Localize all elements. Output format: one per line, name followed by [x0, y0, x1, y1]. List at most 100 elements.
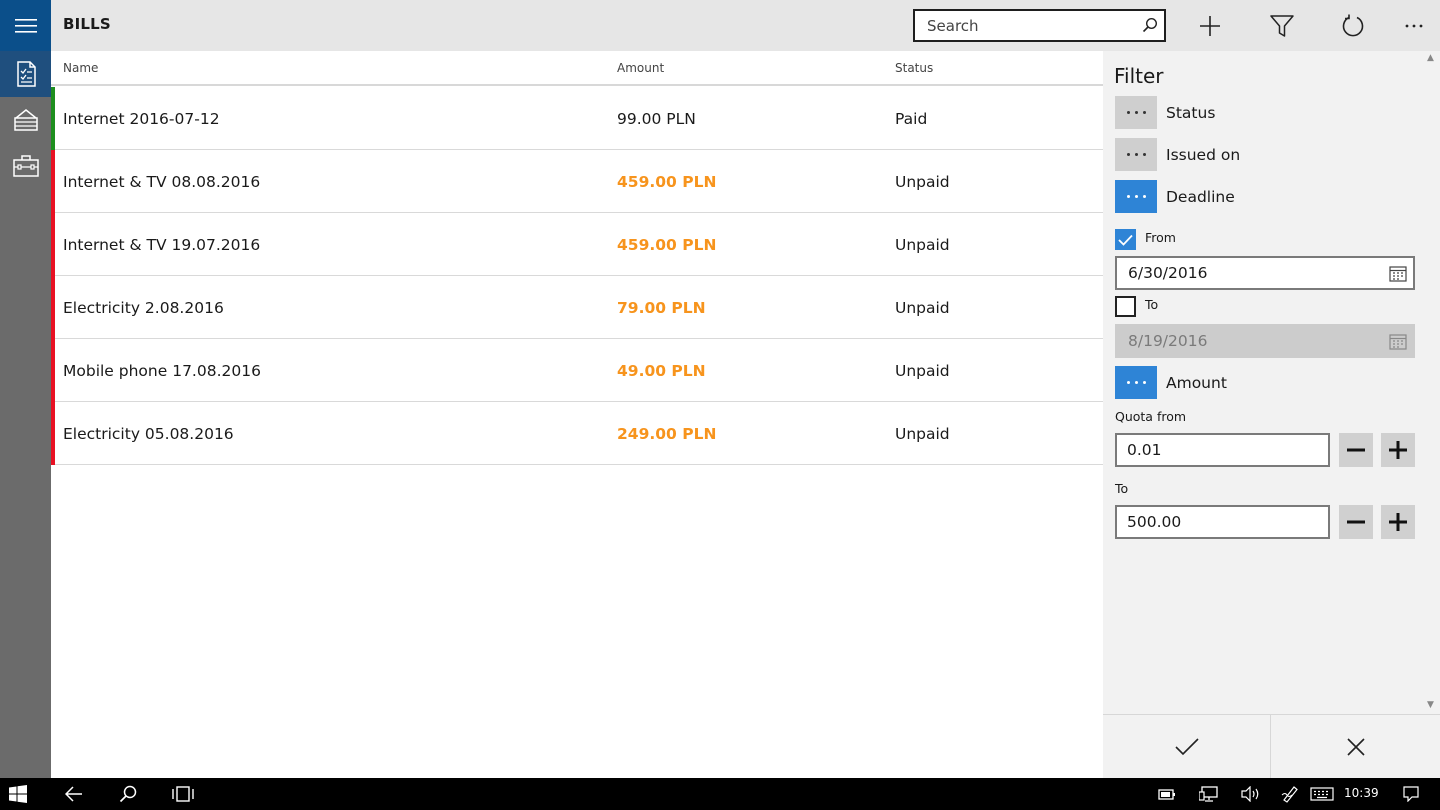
bill-name: Internet & TV 19.07.2016: [63, 236, 261, 254]
start-button[interactable]: [0, 778, 36, 810]
quota-to-increment-button[interactable]: [1381, 505, 1415, 539]
action-center-button[interactable]: [1396, 778, 1426, 810]
refresh-icon: [1342, 14, 1364, 36]
scroll-down-arrow-icon[interactable]: ▼: [1427, 700, 1434, 710]
bills-table: Name Amount Status Internet 2016-07-12 9…: [51, 51, 1103, 778]
more-dots-icon: [1126, 381, 1146, 384]
minus-icon: [1347, 520, 1365, 524]
calendar-icon: [1389, 333, 1407, 354]
app-header: BILLS: [51, 0, 1440, 51]
tablet-mode-indicator[interactable]: [1154, 778, 1180, 810]
calendar-icon: [1389, 265, 1407, 286]
bills-icon: [16, 61, 36, 87]
close-icon: [1347, 738, 1365, 756]
network-icon: [1199, 786, 1218, 802]
quota-from-label: Quota from: [1115, 409, 1187, 424]
cancel-filter-button[interactable]: [1272, 715, 1440, 779]
from-date-value: 6/30/2016: [1128, 264, 1208, 282]
bill-amount: 249.00 PLN: [617, 425, 717, 443]
scroll-up-arrow-icon[interactable]: ▲: [1427, 53, 1434, 63]
nav-item-inbox[interactable]: [0, 97, 51, 143]
from-checkbox[interactable]: [1115, 229, 1136, 250]
status-color-bar: [51, 87, 55, 150]
table-row[interactable]: Electricity 2.08.2016 79.00 PLN Unpaid: [51, 276, 1103, 339]
back-button[interactable]: [56, 778, 92, 810]
status-filter-label: Status: [1166, 104, 1216, 122]
quota-to-field[interactable]: [1115, 505, 1330, 539]
search-input[interactable]: [915, 11, 1130, 40]
volume-indicator[interactable]: [1238, 778, 1264, 810]
quota-to-decrement-button[interactable]: [1339, 505, 1373, 539]
more-dots-icon: [1126, 153, 1146, 156]
table-header: Name Amount Status: [51, 51, 1103, 86]
add-button[interactable]: [1190, 9, 1230, 42]
footer-divider: [1270, 715, 1271, 779]
taskbar-search-button[interactable]: [110, 778, 146, 810]
issued-on-filter-toggle[interactable]: [1115, 138, 1157, 171]
amount-filter-toggle[interactable]: [1115, 366, 1157, 399]
pen-workspace-button[interactable]: [1278, 778, 1304, 810]
bill-amount: 49.00 PLN: [617, 362, 706, 380]
refresh-button[interactable]: [1333, 9, 1373, 42]
quota-to-input[interactable]: [1117, 507, 1328, 537]
search-icon[interactable]: [1142, 17, 1158, 37]
column-header-name[interactable]: Name: [63, 61, 98, 75]
column-header-amount[interactable]: Amount: [617, 61, 664, 75]
quota-from-increment-button[interactable]: [1381, 433, 1415, 467]
bill-name: Internet 2016-07-12: [63, 110, 220, 128]
clock[interactable]: 10:39: [1344, 786, 1379, 800]
to-date-picker[interactable]: 8/19/2016: [1115, 324, 1415, 358]
bill-status: Unpaid: [895, 173, 950, 191]
deadline-filter-toggle[interactable]: [1115, 180, 1157, 213]
status-color-bar: [51, 402, 55, 465]
filter-panel: ▲ Filter Status Issued on Deadline From …: [1103, 51, 1440, 779]
nav-item-work[interactable]: [0, 143, 51, 189]
back-arrow-icon: [65, 786, 82, 802]
status-filter-toggle[interactable]: [1115, 96, 1157, 129]
filter-button[interactable]: [1262, 9, 1302, 42]
pen-icon: [1281, 786, 1298, 803]
bill-name: Electricity 05.08.2016: [63, 425, 234, 443]
hamburger-menu-button[interactable]: [0, 0, 51, 51]
column-header-status[interactable]: Status: [895, 61, 933, 75]
bill-name: Electricity 2.08.2016: [63, 299, 224, 317]
bill-name: Internet & TV 08.08.2016: [63, 173, 261, 191]
checkmark-icon: [1175, 738, 1199, 756]
apply-filter-button[interactable]: [1103, 715, 1271, 779]
quota-from-input[interactable]: [1117, 435, 1328, 465]
to-checkbox[interactable]: [1115, 296, 1136, 317]
nav-item-bills[interactable]: [0, 51, 51, 97]
quota-to-label: To: [1115, 481, 1129, 496]
quota-from-field[interactable]: [1115, 433, 1330, 467]
search-icon: [119, 785, 137, 803]
network-indicator[interactable]: [1196, 778, 1222, 810]
page-title: BILLS: [63, 15, 111, 33]
app-window: BILLS Search Name Amount Status Internet…: [0, 0, 1440, 779]
table-row[interactable]: Internet & TV 08.08.2016 459.00 PLN Unpa…: [51, 150, 1103, 213]
bill-amount: 459.00 PLN: [617, 236, 717, 254]
touch-keyboard-button[interactable]: [1308, 778, 1336, 810]
search-box[interactable]: [913, 9, 1166, 42]
table-row[interactable]: Electricity 05.08.2016 249.00 PLN Unpaid: [51, 402, 1103, 465]
from-date-picker[interactable]: 6/30/2016: [1115, 256, 1415, 290]
status-color-bar: [51, 276, 55, 339]
briefcase-icon: [12, 155, 39, 177]
keyboard-icon: [1310, 787, 1334, 801]
quota-from-decrement-button[interactable]: [1339, 433, 1373, 467]
bill-status: Unpaid: [895, 236, 950, 254]
filter-title: Filter: [1114, 64, 1164, 88]
more-button[interactable]: [1394, 9, 1434, 42]
task-view-icon: [172, 786, 194, 802]
bill-status: Unpaid: [895, 425, 950, 443]
table-row[interactable]: Mobile phone 17.08.2016 49.00 PLN Unpaid: [51, 339, 1103, 402]
more-dots-icon: [1126, 111, 1146, 114]
filter-panel-footer: [1103, 714, 1440, 779]
table-row[interactable]: Internet 2016-07-12 99.00 PLN Paid: [51, 87, 1103, 150]
status-color-bar: [51, 339, 55, 402]
status-color-bar: [51, 150, 55, 213]
amount-filter-label: Amount: [1166, 374, 1227, 392]
task-view-button[interactable]: [165, 778, 201, 810]
table-row[interactable]: Internet & TV 19.07.2016 459.00 PLN Unpa…: [51, 213, 1103, 276]
bill-status: Paid: [895, 110, 928, 128]
more-icon: [1405, 24, 1423, 27]
